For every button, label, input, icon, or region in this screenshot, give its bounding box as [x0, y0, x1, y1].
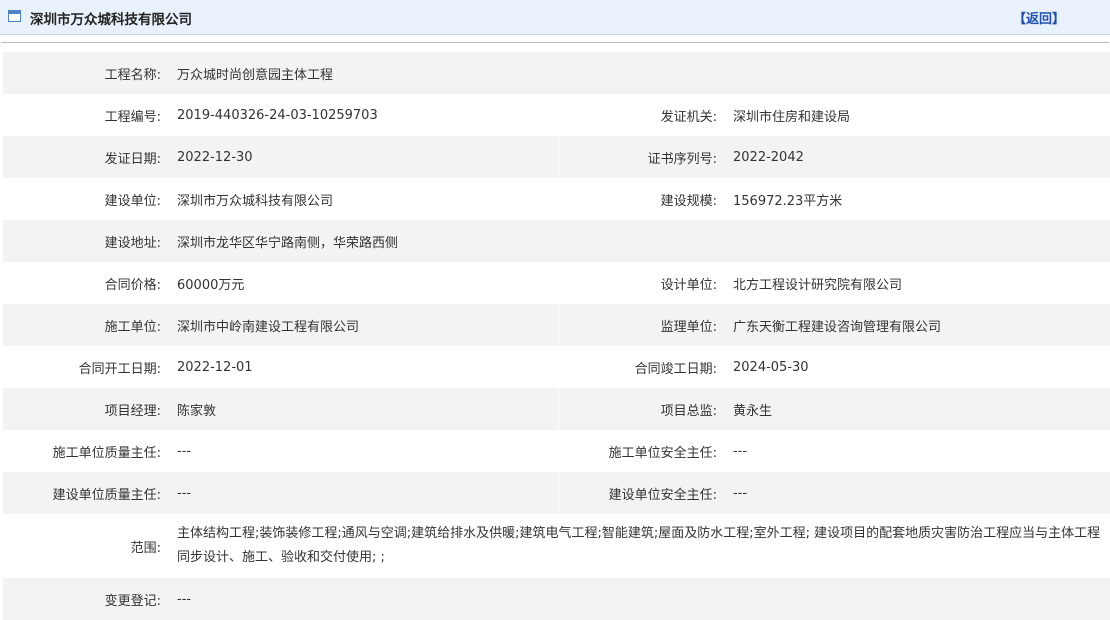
build-quality-label: 建设单位质量主任: — [3, 472, 169, 514]
divider — [1, 42, 1109, 43]
cert-serial-label: 证书序列号: — [557, 136, 725, 178]
cons-safety-label: 施工单位安全主任: — [608, 445, 717, 461]
project-no-label: 工程编号: — [104, 109, 161, 125]
pm-label: 项目经理: — [3, 388, 169, 430]
supervision-value: 广东天衡工程建设咨询管理有限公司 — [725, 304, 1110, 346]
address-label: 建设地址: — [3, 220, 169, 262]
project-name-value: 万众城时尚创意园主体工程 — [169, 52, 1110, 94]
price-value: 60000万元 — [177, 277, 245, 293]
start-date-label: 合同开工日期: — [78, 361, 161, 377]
change-label: 变更登记: — [3, 578, 169, 620]
row-change: 变更登记: --- — [3, 578, 1110, 620]
row-address: 建设地址: 深圳市龙华区华宁路南侧，华荣路西侧 — [3, 220, 1110, 262]
title-bar: 深圳市万众城科技有限公司 【返回】 — [0, 0, 1110, 35]
row-scope: 范围: 主体结构工程;装饰装修工程;通风与空调;建筑给排水及供暖;建筑电气工程;… — [3, 514, 1110, 578]
row-project-no: 工程编号: 2019-440326-24-03-10259703 发证机关: 深… — [3, 94, 1110, 136]
cons-safety-value: --- — [733, 443, 748, 459]
construction-value: 深圳市中岭南建设工程有限公司 — [169, 304, 558, 346]
issue-date-value: 2022-12-30 — [169, 136, 558, 178]
address-value: 深圳市龙华区华宁路南侧，华荣路西侧 — [169, 220, 1110, 262]
end-date-value: 2024-05-30 — [733, 359, 809, 375]
chief-supervisor-label: 项目总监: — [557, 388, 725, 430]
cons-quality-label: 施工单位质量主任: — [52, 445, 161, 461]
project-no-value: 2019-440326-24-03-10259703 — [177, 107, 378, 123]
start-date-value: 2022-12-01 — [177, 359, 253, 375]
row-builder: 建设单位: 深圳市万众城科技有限公司 建设规模: 156972.23平方米 — [3, 178, 1110, 220]
scope-label: 范围: — [130, 540, 161, 556]
supervision-label: 监理单位: — [557, 304, 725, 346]
cert-serial-value: 2022-2042 — [725, 136, 1110, 178]
page-title: 深圳市万众城科技有限公司 — [30, 12, 192, 28]
scale-value: 156972.23平方米 — [733, 193, 843, 209]
build-safety-label: 建设单位安全主任: — [557, 472, 725, 514]
issue-date-label: 发证日期: — [3, 136, 169, 178]
scale-label: 建设规模: — [660, 193, 717, 209]
end-date-label: 合同竣工日期: — [634, 361, 717, 377]
construction-label: 施工单位: — [3, 304, 169, 346]
design-label: 设计单位: — [660, 277, 717, 293]
row-construction: 施工单位: 深圳市中岭南建设工程有限公司 监理单位: 广东天衡工程建设咨询管理有… — [3, 304, 1110, 346]
scope-value: 主体结构工程;装饰装修工程;通风与空调;建筑给排水及供暖;建筑电气工程;智能建筑… — [177, 526, 1101, 565]
row-price: 合同价格: 60000万元 设计单位: 北方工程设计研究院有限公司 — [3, 262, 1110, 304]
row-project-name: 工程名称: 万众城时尚创意园主体工程 — [3, 52, 1110, 94]
row-managers: 项目经理: 陈家敦 项目总监: 黄永生 — [3, 388, 1110, 430]
issuer-value: 深圳市住房和建设局 — [733, 109, 851, 125]
build-safety-value: --- — [725, 472, 1110, 514]
back-link[interactable]: 【返回】 — [1013, 8, 1065, 27]
price-label: 合同价格: — [104, 277, 161, 293]
row-builder-officers: 建设单位质量主任: --- 建设单位安全主任: --- — [3, 472, 1110, 514]
change-value: --- — [169, 578, 1110, 620]
design-value: 北方工程设计研究院有限公司 — [733, 277, 903, 293]
row-issue-date: 发证日期: 2022-12-30 证书序列号: 2022-2042 — [3, 136, 1110, 178]
builder-value: 深圳市万众城科技有限公司 — [177, 193, 334, 209]
cons-quality-value: --- — [177, 443, 192, 459]
row-dates: 合同开工日期: 2022-12-01 合同竣工日期: 2024-05-30 — [3, 346, 1110, 388]
issuer-label: 发证机关: — [660, 109, 717, 125]
chief-supervisor-value: 黄永生 — [725, 388, 1110, 430]
row-construction-officers: 施工单位质量主任: --- 施工单位安全主任: --- — [3, 430, 1110, 472]
window-icon — [8, 10, 21, 22]
builder-label: 建设单位: — [104, 193, 161, 209]
project-info-table: 工程名称: 万众城时尚创意园主体工程 工程编号: 2019-440326-24-… — [3, 52, 1110, 620]
pm-value: 陈家敦 — [169, 388, 558, 430]
project-name-label: 工程名称: — [3, 52, 169, 94]
build-quality-value: --- — [169, 472, 558, 514]
